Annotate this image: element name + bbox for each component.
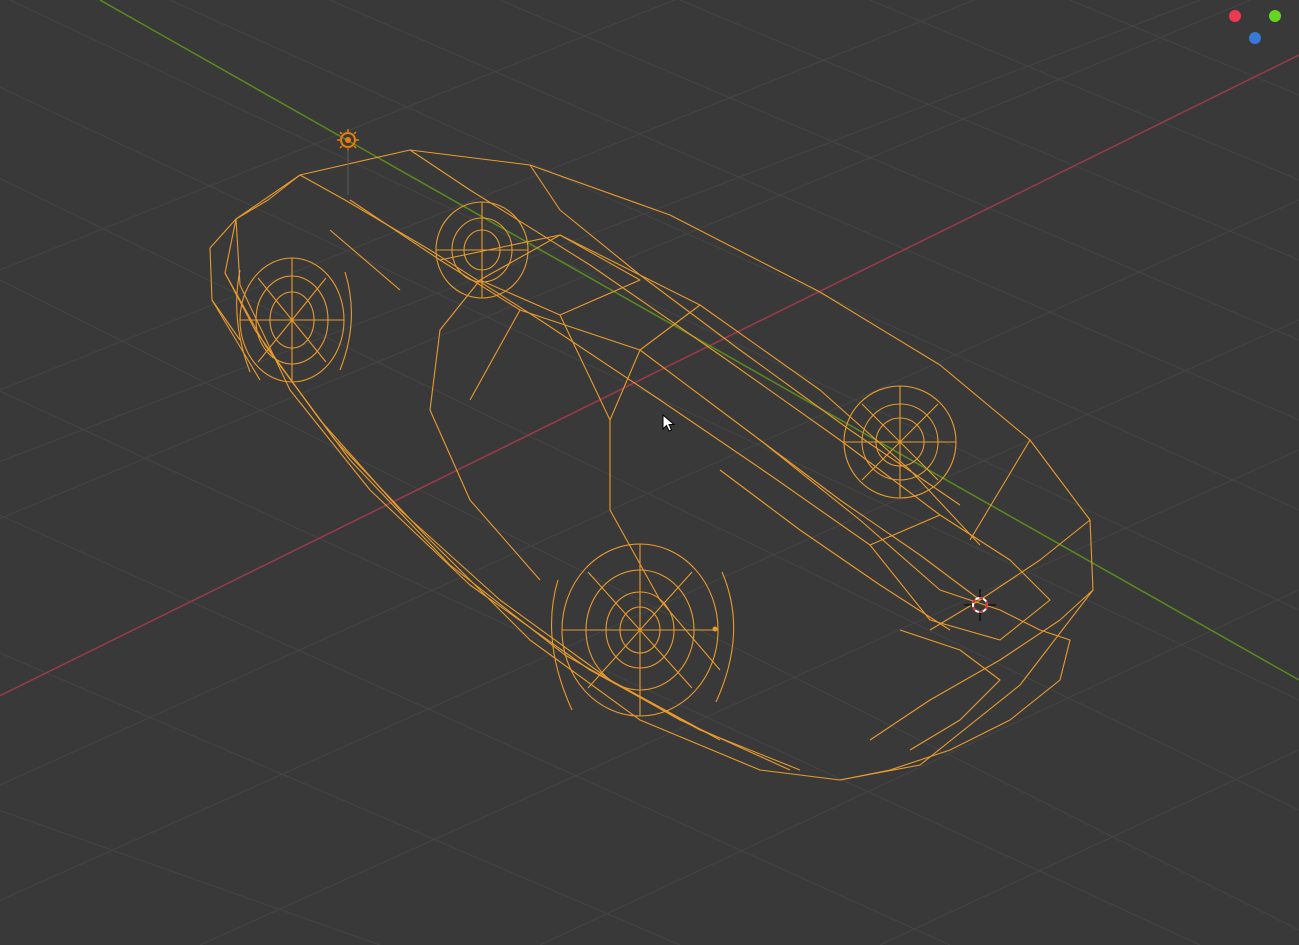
nav-axis-x[interactable]	[1229, 10, 1241, 22]
3d-viewport[interactable]	[0, 0, 1299, 945]
nav-gizmo[interactable]	[1227, 8, 1287, 48]
object-origin	[713, 627, 718, 632]
wireframe-mesh[interactable]	[0, 0, 1299, 945]
nav-axis-y[interactable]	[1269, 10, 1281, 22]
nav-axis-z[interactable]	[1249, 32, 1261, 44]
